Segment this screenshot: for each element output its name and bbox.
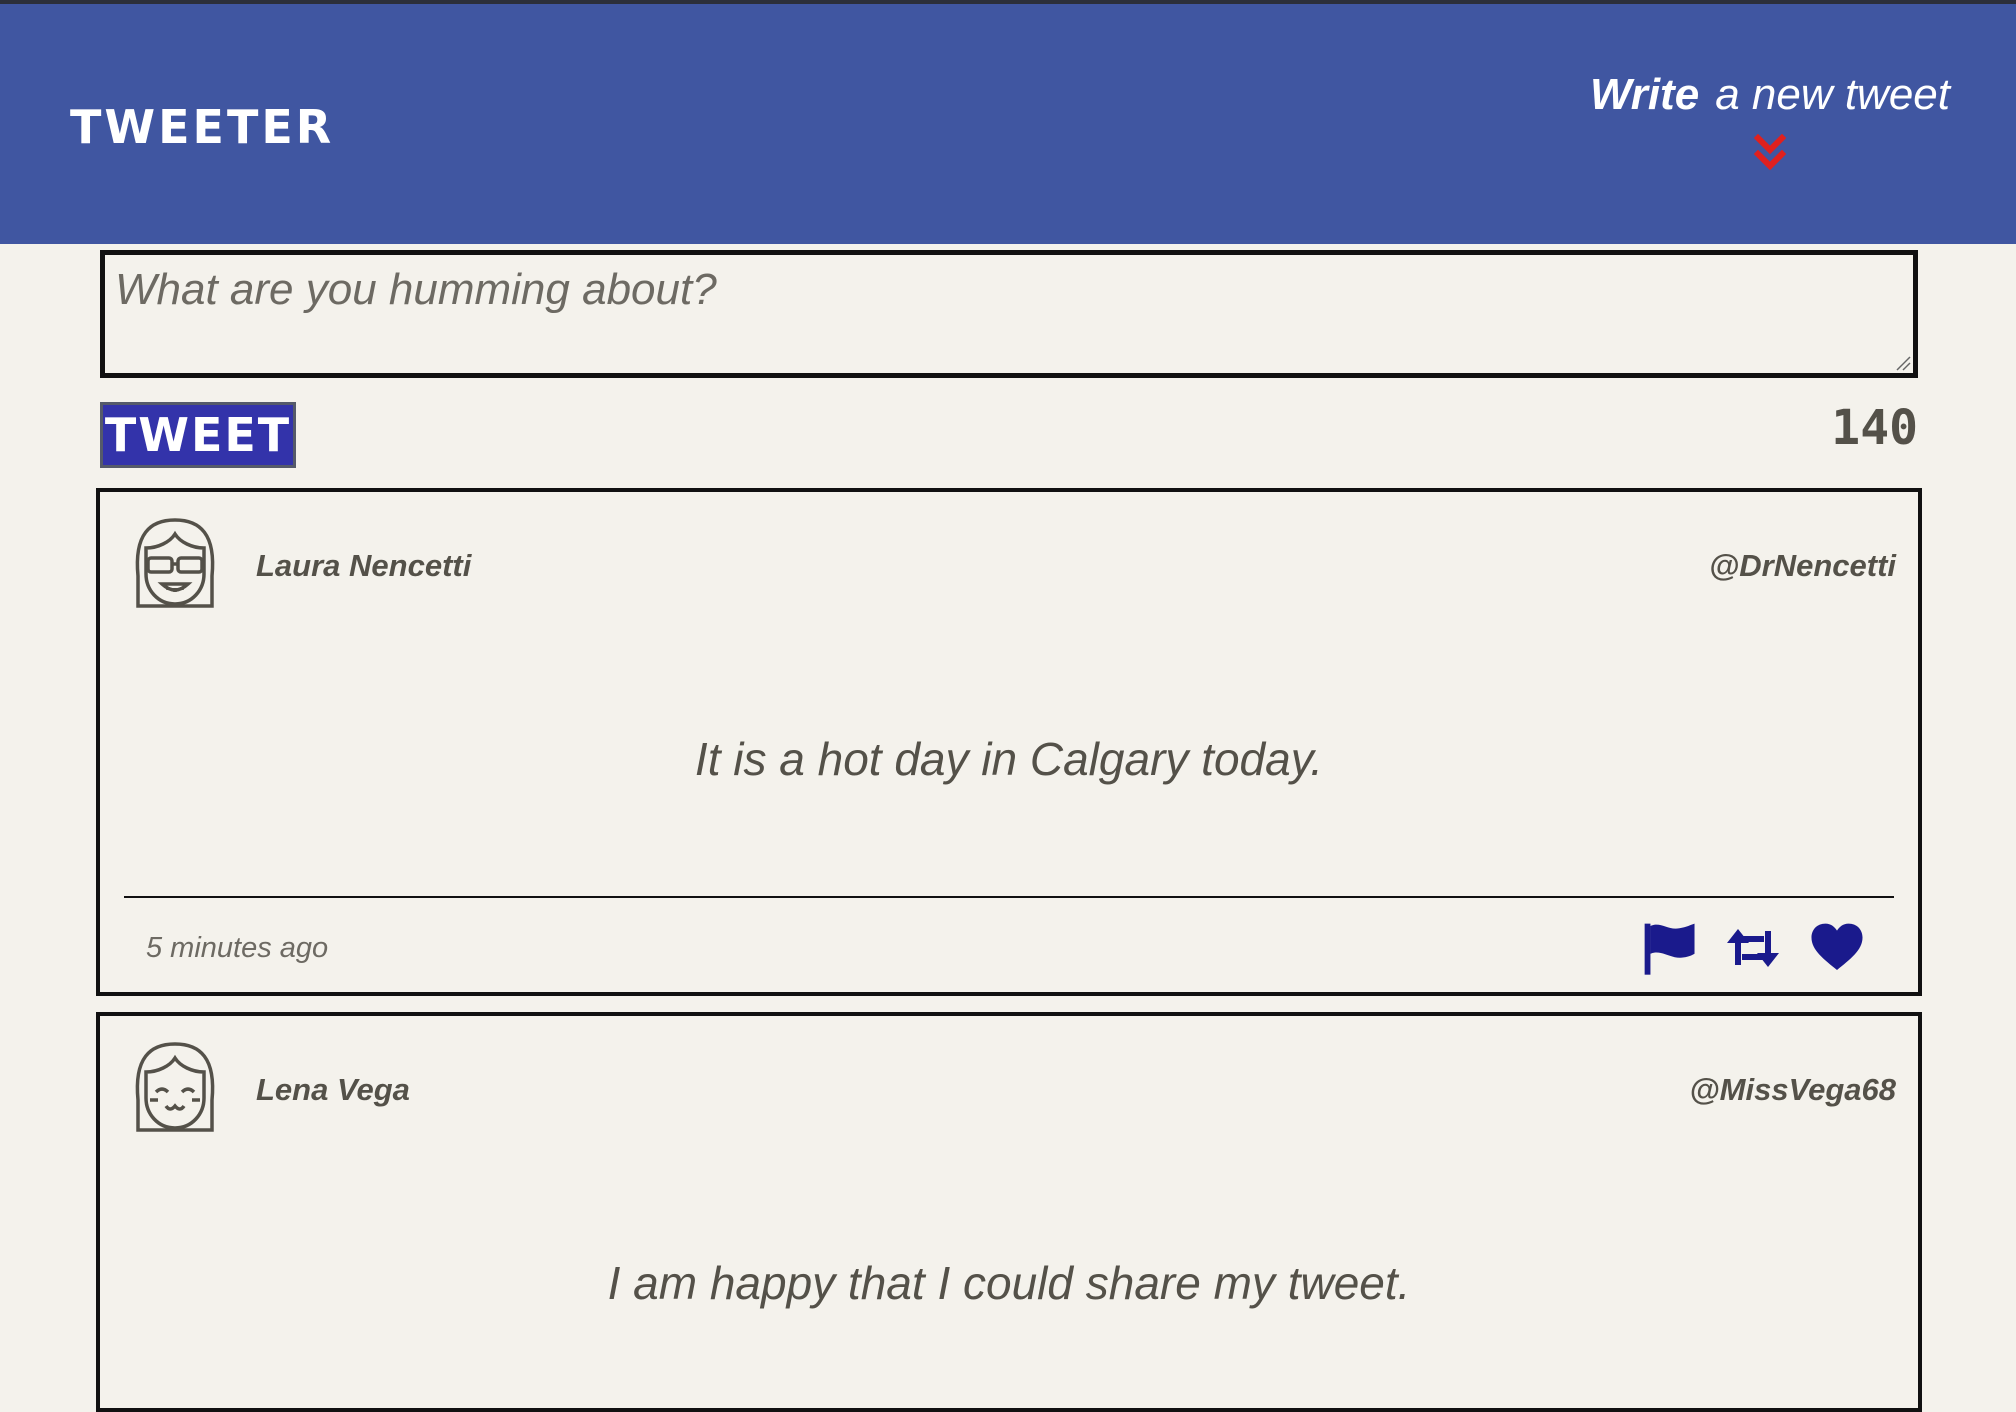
tweet-author-name: Lena Vega (256, 1072, 410, 1107)
navbar: TWEETER Write a new tweet (0, 4, 2016, 244)
tweet-body-text: It is a hot day in Calgary today. (694, 733, 1324, 785)
tweet-card: Lena Vega @MissVega68 I am happy that I … (96, 1012, 1922, 1412)
compose-box (100, 250, 1918, 378)
write-label-bold: Write (1589, 70, 1700, 119)
write-tweet-toggle[interactable]: Write a new tweet (1550, 70, 1950, 180)
tweet-card: Laura Nencetti @DrNencetti It is a hot d… (96, 488, 1922, 996)
avatar-smiling-girl-icon (135, 1042, 215, 1132)
brand-logo: TWEETER (70, 100, 335, 154)
tweet-timestamp: 5 minutes ago (146, 932, 329, 964)
tweet-author-name: Laura Nencetti (256, 548, 472, 583)
flag-icon[interactable] (1640, 919, 1698, 977)
write-tweet-label: Write a new tweet (1550, 70, 1950, 120)
heart-icon[interactable] (1808, 919, 1866, 977)
character-counter: 140 (1831, 400, 1918, 456)
resize-grip-icon[interactable] (1893, 353, 1911, 371)
tweet-text-input[interactable] (105, 255, 1913, 373)
write-label-rest: a new tweet (1715, 70, 1950, 119)
avatar-glasses-girl-icon (135, 518, 215, 608)
tweet-author-handle[interactable]: @DrNencetti (1709, 548, 1896, 584)
tweet-author-handle[interactable]: @MissVega68 (1689, 1072, 1896, 1108)
retweet-icon[interactable] (1724, 919, 1782, 977)
tweet-submit-button[interactable]: TWEET (100, 402, 296, 468)
double-chevron-down-icon (1754, 134, 1786, 171)
tweet-divider (124, 896, 1894, 898)
tweet-actions (1640, 918, 1866, 978)
tweet-body-text: I am happy that I could share my tweet. (607, 1257, 1411, 1309)
